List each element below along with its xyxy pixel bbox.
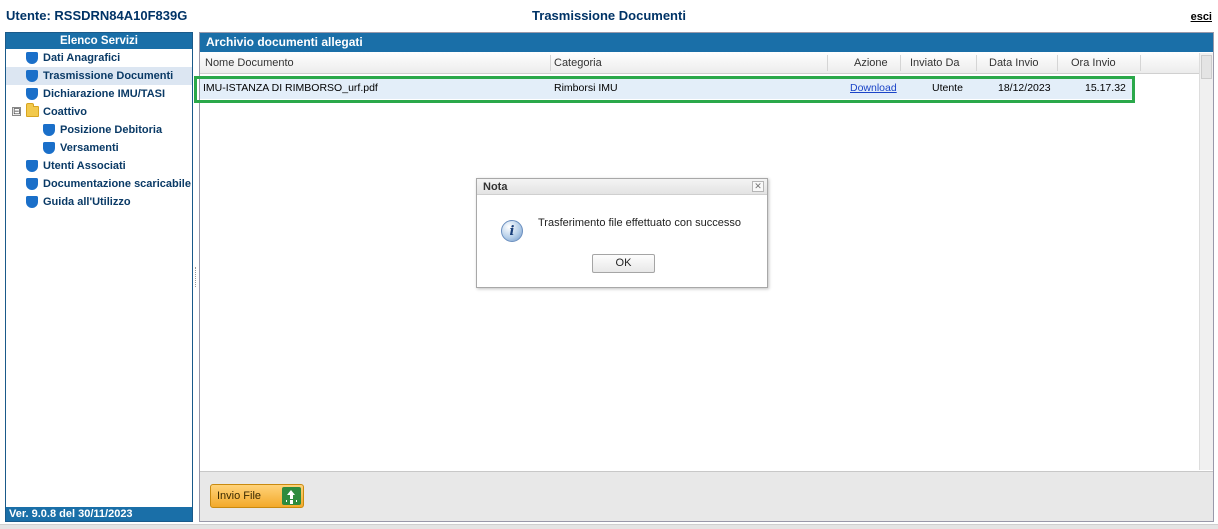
version-label: Ver. 9.0.8 del 30/11/2023 bbox=[6, 507, 192, 521]
sidebar-item-versamenti[interactable]: Versamenti bbox=[6, 139, 192, 157]
sidebar-item-dati-anagrafici[interactable]: Dati Anagrafici bbox=[6, 49, 192, 67]
app-window: Utente: RSSDRN84A10F839G Trasmissione Do… bbox=[0, 0, 1218, 529]
column-separator bbox=[1057, 55, 1058, 71]
panel-title: Archivio documenti allegati bbox=[200, 33, 1213, 52]
sidebar-item-dichiarazione-imu-tasi[interactable]: Dichiarazione IMU/TASI bbox=[6, 85, 192, 103]
document-sent-by: Utente bbox=[932, 82, 963, 94]
column-header-sent-by[interactable]: Inviato Da bbox=[910, 52, 960, 74]
sidebar-title: Elenco Servizi bbox=[6, 33, 192, 49]
shield-icon bbox=[26, 70, 38, 82]
shield-icon bbox=[26, 196, 38, 208]
upload-button-label: Invio File bbox=[217, 490, 262, 502]
sidebar-item-coattivo[interactable]: ⊟ Coattivo bbox=[6, 103, 192, 121]
column-separator bbox=[827, 55, 828, 71]
dialog-titlebar: Nota ✕ bbox=[477, 179, 767, 195]
page-title: Trasmissione Documenti bbox=[532, 8, 686, 23]
dialog-title: Nota bbox=[483, 181, 508, 193]
sidebar-item-utenti-associati[interactable]: Utenti Associati bbox=[6, 157, 192, 175]
column-separator bbox=[900, 55, 901, 71]
column-header-date[interactable]: Data Invio bbox=[989, 52, 1039, 74]
ok-button[interactable]: OK bbox=[592, 254, 655, 273]
top-bar: Utente: RSSDRN84A10F839G Trasmissione Do… bbox=[0, 0, 1218, 30]
table-row[interactable]: IMU-ISTANZA DI RIMBORSO_urf.pdf Rimborsi… bbox=[200, 77, 1135, 99]
sidebar-item-label: Guida all'Utilizzo bbox=[43, 196, 131, 208]
document-time: 15.17.32 bbox=[1085, 82, 1126, 94]
sidebar-item-label: Dati Anagrafici bbox=[43, 52, 121, 64]
splitter-grip-icon bbox=[195, 267, 197, 287]
collapse-toggle-icon[interactable]: ⊟ bbox=[12, 107, 21, 116]
info-dialog: Nota ✕ i Trasferimento file effettuato c… bbox=[476, 178, 768, 288]
document-date: 18/12/2023 bbox=[998, 82, 1051, 94]
shield-icon bbox=[26, 160, 38, 172]
vertical-scrollbar[interactable] bbox=[1199, 53, 1213, 470]
column-header-action[interactable]: Azione bbox=[854, 52, 888, 74]
shield-icon bbox=[26, 88, 38, 100]
sidebar: Elenco Servizi Dati Anagrafici Trasmissi… bbox=[5, 32, 193, 522]
shield-icon bbox=[26, 178, 38, 190]
sidebar-item-label: Versamenti bbox=[60, 142, 119, 154]
close-icon[interactable]: ✕ bbox=[752, 181, 764, 192]
column-header-name[interactable]: Nome Documento bbox=[205, 52, 294, 74]
column-separator bbox=[1140, 55, 1141, 71]
upload-icon bbox=[282, 487, 301, 505]
shield-icon bbox=[26, 52, 38, 64]
grid-header: Nome Documento Categoria Azione Inviato … bbox=[200, 52, 1213, 74]
column-header-category[interactable]: Categoria bbox=[554, 52, 602, 74]
sidebar-item-label: Utenti Associati bbox=[43, 160, 126, 172]
column-separator bbox=[976, 55, 977, 71]
sidebar-item-label: Posizione Debitoria bbox=[60, 124, 163, 136]
sidebar-item-posizione-debitoria[interactable]: Posizione Debitoria bbox=[6, 121, 192, 139]
dialog-message: Trasferimento file effettuato con succes… bbox=[538, 217, 741, 229]
panel-toolbar: Invio File bbox=[200, 471, 1213, 521]
info-icon: i bbox=[501, 220, 523, 242]
logout-link[interactable]: esci bbox=[1191, 11, 1212, 23]
document-category: Rimborsi IMU bbox=[554, 82, 618, 94]
download-link[interactable]: Download bbox=[850, 77, 897, 99]
upload-file-button[interactable]: Invio File bbox=[210, 484, 304, 508]
sidebar-item-trasmissione-documenti[interactable]: Trasmissione Documenti bbox=[6, 67, 192, 85]
folder-icon bbox=[26, 103, 39, 117]
sidebar-item-guida-utilizzo[interactable]: Guida all'Utilizzo bbox=[6, 193, 192, 211]
scrollbar-thumb[interactable] bbox=[1201, 55, 1212, 79]
column-separator bbox=[550, 55, 551, 71]
sidebar-item-label: Documentazione scaricabile bbox=[43, 178, 191, 190]
sidebar-item-label: Trasmissione Documenti bbox=[43, 70, 174, 82]
column-header-time[interactable]: Ora Invio bbox=[1071, 52, 1116, 74]
shield-icon bbox=[43, 124, 55, 136]
user-label: Utente: RSSDRN84A10F839G bbox=[6, 8, 188, 23]
horizontal-scrollbar[interactable] bbox=[0, 524, 1218, 529]
shield-icon bbox=[43, 142, 55, 154]
sidebar-item-label: Dichiarazione IMU/TASI bbox=[43, 88, 166, 100]
sidebar-item-documentazione-scaricabile[interactable]: Documentazione scaricabile bbox=[6, 175, 192, 193]
sidebar-item-label: Coattivo bbox=[43, 106, 87, 118]
document-name: IMU-ISTANZA DI RIMBORSO_urf.pdf bbox=[203, 82, 378, 94]
